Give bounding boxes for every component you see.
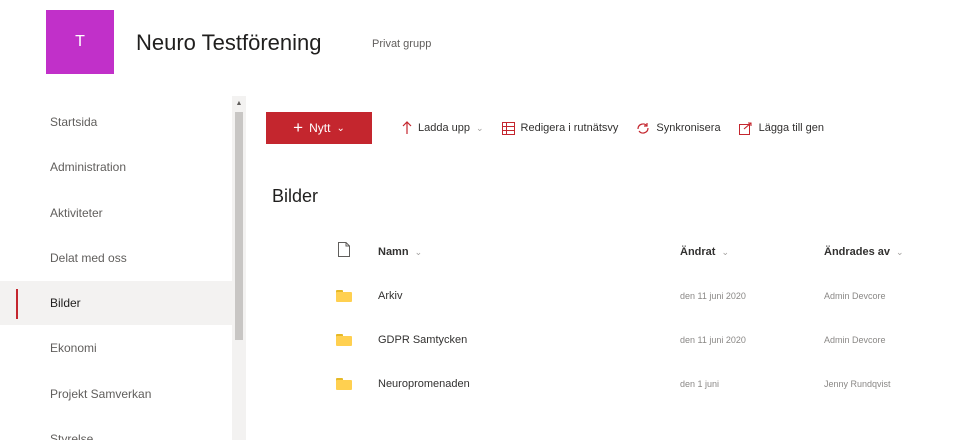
- add-shortcut-icon: [738, 121, 753, 135]
- plus-icon: +: [293, 118, 304, 137]
- nav-item-styrelse[interactable]: Styrelse: [0, 417, 232, 440]
- new-button-label: Nytt: [309, 121, 331, 135]
- site-logo[interactable]: T: [46, 10, 114, 74]
- nav-item-administration[interactable]: Administration: [0, 145, 232, 189]
- item-modified-by[interactable]: Jenny Rundqvist: [824, 362, 891, 406]
- nav-item-projekt-samverkan[interactable]: Projekt Samverkan: [0, 372, 232, 416]
- item-modified-by[interactable]: Admin Devcore: [824, 274, 886, 318]
- new-button[interactable]: + Nytt ⌄: [266, 112, 372, 144]
- site-title[interactable]: Neuro Testförening: [136, 30, 322, 56]
- nav-item-label: Startsida: [50, 115, 98, 129]
- list-row[interactable]: GDPR Samtycken den 11 juni 2020 Admin De…: [262, 318, 958, 362]
- add-shortcut-label: Lägga till gen: [758, 122, 825, 134]
- sync-button-label: Synkronisera: [656, 122, 721, 134]
- nav-item-label: Bilder: [50, 296, 81, 310]
- nav-item-ekonomi[interactable]: Ekonomi: [0, 326, 232, 370]
- nav-item-aktiviteter[interactable]: Aktiviteter: [0, 191, 232, 235]
- scroll-up-arrow-icon[interactable]: ▲: [232, 96, 246, 110]
- list-header: Namn ⌄ Ändrat ⌄ Ändrades av ⌄: [262, 230, 958, 274]
- item-modified: den 1 juni: [680, 379, 720, 389]
- library-title: Bilder: [272, 186, 319, 206]
- site-privacy-label: Privat grupp: [372, 38, 432, 50]
- nav-item-label: Administration: [50, 160, 127, 174]
- sync-button[interactable]: Synkronisera: [636, 122, 721, 135]
- list-row[interactable]: Arkiv den 11 juni 2020 Admin Devcore: [262, 274, 958, 318]
- upload-button[interactable]: Ladda upp ⌄: [402, 121, 484, 135]
- item-modified: den 11 juni 2020: [680, 291, 746, 301]
- document-list: Namn ⌄ Ändrat ⌄ Ändrades av ⌄ Arkiv den …: [262, 230, 958, 406]
- folder-icon: [332, 362, 356, 406]
- nav-scrollbar[interactable]: ▲: [232, 96, 246, 440]
- nav-item-label: Styrelse: [50, 432, 94, 440]
- site-logo-letter: T: [75, 33, 85, 50]
- upload-button-label: Ladda upp: [418, 122, 470, 134]
- file-type-column-header[interactable]: [332, 230, 356, 274]
- item-modified: den 11 juni 2020: [680, 335, 746, 345]
- chevron-down-icon: ⌄: [336, 122, 345, 134]
- nav-item-bilder[interactable]: Bilder: [0, 281, 232, 325]
- list-row[interactable]: Neuropromenaden den 1 juni Jenny Rundqvi…: [262, 362, 958, 406]
- nav-item-startsida[interactable]: Startsida: [0, 100, 232, 144]
- column-header-label: Ändrades av: [824, 246, 891, 258]
- chevron-down-icon: ⌄: [721, 246, 729, 257]
- document-icon: [338, 242, 350, 262]
- column-header-modified[interactable]: Ändrat ⌄: [680, 230, 729, 274]
- column-header-label: Ändrat: [680, 246, 716, 258]
- chevron-down-icon: ⌄: [414, 246, 423, 257]
- nav-item-label: Ekonomi: [50, 341, 97, 355]
- chevron-down-icon: ⌄: [476, 122, 484, 133]
- scrollbar-thumb[interactable]: [235, 112, 243, 340]
- folder-icon: [332, 318, 356, 362]
- nav-item-label: Projekt Samverkan: [50, 387, 152, 401]
- command-bar: + Nytt ⌄ Ladda upp ⌄ Redigera i rutnätsv…: [262, 108, 824, 148]
- chevron-down-icon: ⌄: [896, 246, 904, 257]
- item-modified-by[interactable]: Admin Devcore: [824, 318, 886, 362]
- item-name-link[interactable]: Neuropromenaden: [378, 362, 470, 406]
- sync-icon: [636, 122, 650, 135]
- upload-icon: [402, 121, 412, 135]
- nav-item-label: Aktiviteter: [50, 206, 103, 220]
- nav-item-delat-med-oss[interactable]: Delat med oss: [0, 236, 232, 280]
- column-header-label: Namn: [378, 246, 409, 258]
- column-header-modified-by[interactable]: Ändrades av ⌄: [824, 230, 904, 274]
- item-name-link[interactable]: GDPR Samtycken: [378, 318, 467, 362]
- column-header-name[interactable]: Namn ⌄: [378, 230, 422, 274]
- grid-icon: [501, 121, 515, 135]
- nav-item-label: Delat med oss: [50, 251, 127, 265]
- item-name-link[interactable]: Arkiv: [378, 274, 402, 318]
- left-navigation: Startsida Administration Aktiviteter Del…: [0, 100, 232, 440]
- add-shortcut-button[interactable]: Lägga till gen: [738, 121, 825, 135]
- folder-icon: [332, 274, 356, 318]
- edit-grid-view-label: Redigera i rutnätsvy: [520, 122, 619, 134]
- edit-grid-view-button[interactable]: Redigera i rutnätsvy: [501, 121, 619, 135]
